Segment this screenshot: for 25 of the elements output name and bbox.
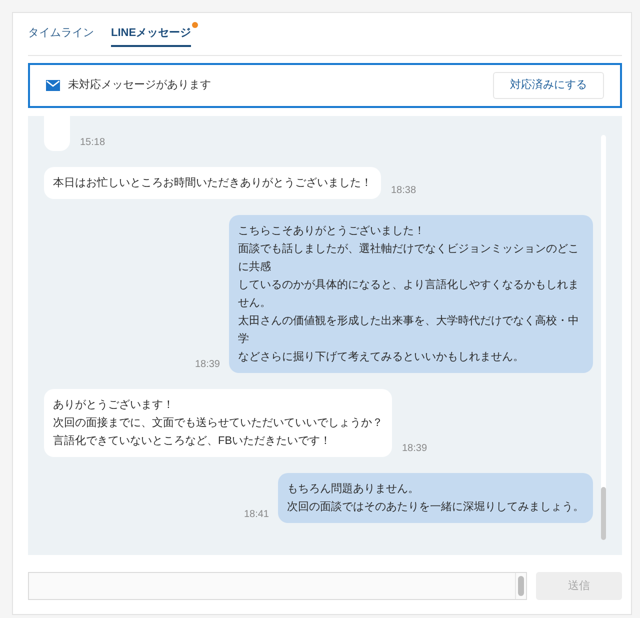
mail-icon (46, 80, 60, 91)
message-time: 18:41 (244, 509, 269, 521)
mark-handled-button[interactable]: 対応済みにする (493, 72, 604, 99)
message-input[interactable] (28, 572, 527, 600)
scrollbar[interactable] (601, 135, 606, 540)
message-time: 15:18 (80, 137, 106, 149)
message-line: こちらこそありがとうございました！ (238, 224, 426, 239)
message-line: 次回の面接までに、文面でも送らせていただいていいでしょうか？ (53, 416, 383, 431)
message-line: しているのかが具体的になると、より言語化しやすくなるかもしれません。 (238, 278, 580, 311)
message-line: 本日はお忙しいところお時間いただきありがとうございました！ (53, 176, 372, 191)
scrollbar-thumb[interactable] (518, 576, 524, 596)
tab[interactable]: タイムライン (28, 24, 94, 47)
message-time: 18:39 (194, 359, 220, 371)
message-line: 次回の面談ではそのあたりを一緒に深堀りしてみましょう。 (287, 500, 584, 515)
tab[interactable]: LINEメッセージ (111, 24, 192, 47)
message-time: 18:38 (391, 185, 416, 197)
message-line: などさらに掘り下げて考えてみるといいかもしれません。 (238, 350, 525, 365)
alert-message: 未対応メッセージがあります (68, 78, 211, 94)
scrollbar-thumb[interactable] (601, 487, 606, 540)
message-line: 太田さんの価値観を形成した出来事を、大学時代だけでなく高校・中学 (238, 314, 580, 347)
message-line: もちろん問題ありません。 (287, 482, 420, 497)
message-time: 18:39 (402, 443, 428, 455)
message-line: 言語化できていないところなど、FBいただきたいです！ (53, 434, 332, 449)
message-line: 面談でも話しましたが、選社軸だけでなくビジョンミッションのどこに共感 (238, 242, 580, 275)
message-line: ありがとうございます！ (53, 398, 175, 413)
